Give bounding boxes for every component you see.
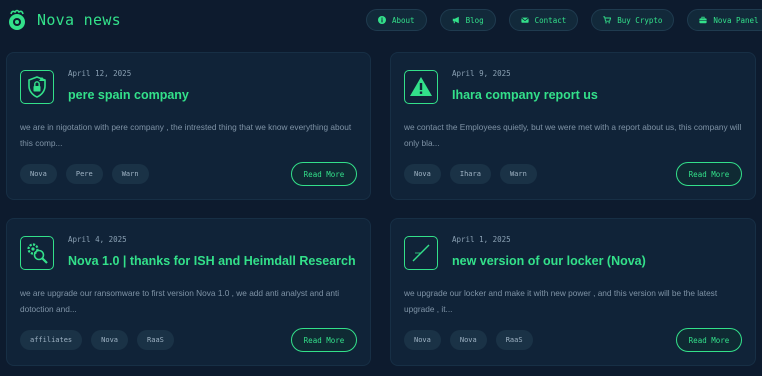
read-more-button[interactable]: Read More bbox=[676, 328, 742, 352]
post-excerpt: we upgrade our locker and make it with n… bbox=[404, 288, 718, 314]
read-more-button[interactable]: Read More bbox=[291, 162, 357, 186]
nav-buy-crypto-button[interactable]: Buy Crypto bbox=[591, 9, 675, 31]
post-card: April 1, 2025 new version of our locker … bbox=[390, 218, 756, 366]
nav-nova-panel-label: Nova Panel bbox=[713, 15, 759, 25]
post-tag[interactable]: Nova bbox=[91, 330, 129, 350]
post-tags: Nova Nova RaaS bbox=[404, 330, 542, 350]
nav-about-button[interactable]: About bbox=[366, 9, 427, 31]
post-tag[interactable]: affiliates bbox=[20, 330, 83, 350]
shield-lock-icon bbox=[28, 76, 46, 98]
post-card: April 12, 2025 pere spain company we are… bbox=[6, 52, 371, 200]
cart-icon bbox=[603, 16, 612, 24]
post-icon-frame bbox=[404, 70, 438, 104]
post-date: April 4, 2025 bbox=[68, 235, 127, 244]
nav-buy-crypto-label: Buy Crypto bbox=[617, 15, 663, 25]
post-date: April 1, 2025 bbox=[452, 235, 511, 244]
read-more-button[interactable]: Read More bbox=[676, 162, 742, 186]
nav-contact-label: Contact bbox=[534, 15, 567, 25]
post-excerpt: we are in nigotation with pere company ,… bbox=[20, 122, 352, 148]
post-date: April 9, 2025 bbox=[452, 69, 511, 78]
envelope-icon bbox=[521, 17, 529, 23]
post-card: April 9, 2025 Ihara company report us we… bbox=[390, 52, 756, 200]
gear-search-icon bbox=[27, 243, 48, 264]
read-more-button[interactable]: Read More bbox=[291, 328, 357, 352]
post-icon-frame bbox=[20, 236, 54, 270]
post-title[interactable]: Nova 1.0 | thanks for ISH and Heimdall R… bbox=[68, 254, 356, 268]
post-tags: Nova Ihara Warn bbox=[404, 164, 546, 184]
post-title[interactable]: pere spain company bbox=[68, 88, 189, 102]
warning-icon bbox=[410, 77, 432, 96]
post-card: April 4, 2025 Nova 1.0 | thanks for ISH … bbox=[6, 218, 371, 366]
broken-image-icon bbox=[412, 244, 430, 262]
post-tags: affiliates Nova RaaS bbox=[20, 330, 183, 350]
nav-about-label: About bbox=[392, 15, 415, 25]
info-icon bbox=[378, 16, 386, 24]
nav-nova-panel-button[interactable]: Nova Panel bbox=[687, 9, 762, 31]
nav-blog-button[interactable]: Blog bbox=[439, 9, 496, 31]
nav-contact-button[interactable]: Contact bbox=[508, 9, 579, 31]
post-title[interactable]: Ihara company report us bbox=[452, 88, 598, 102]
nova-logo-icon bbox=[9, 9, 25, 30]
post-icon-frame bbox=[20, 70, 54, 104]
post-tag[interactable]: Warn bbox=[111, 164, 149, 184]
post-tag[interactable]: Warn bbox=[499, 164, 537, 184]
nav-blog-label: Blog bbox=[465, 15, 484, 25]
post-tag[interactable]: Ihara bbox=[449, 164, 491, 184]
post-tag[interactable]: Nova bbox=[404, 164, 441, 184]
post-icon-frame bbox=[404, 236, 438, 270]
post-date: April 12, 2025 bbox=[68, 69, 132, 78]
top-nav: About Blog Contact Buy Crypto Nova Panel bbox=[366, 9, 762, 31]
megaphone-icon bbox=[452, 16, 459, 24]
post-excerpt: we are upgrade our ransomware to first v… bbox=[20, 288, 340, 314]
post-tag[interactable]: RaaS bbox=[137, 330, 174, 350]
post-tag[interactable]: Nova bbox=[449, 330, 487, 350]
site-title: Nova news bbox=[37, 11, 121, 29]
post-title[interactable]: new version of our locker (Nova) bbox=[452, 254, 646, 268]
post-excerpt: we contact the Employees quietly, but we… bbox=[404, 122, 742, 148]
post-tag[interactable]: RaaS bbox=[495, 330, 533, 350]
brand[interactable]: Nova news bbox=[7, 9, 121, 31]
site-header: Nova news About Blog Contact Buy Crypto … bbox=[0, 0, 762, 42]
post-tag[interactable]: Pere bbox=[65, 164, 103, 184]
post-tags: Nova Pere Warn bbox=[20, 164, 158, 184]
post-tag[interactable]: Nova bbox=[20, 164, 57, 184]
briefcase-icon bbox=[699, 16, 708, 24]
post-tag[interactable]: Nova bbox=[404, 330, 441, 350]
